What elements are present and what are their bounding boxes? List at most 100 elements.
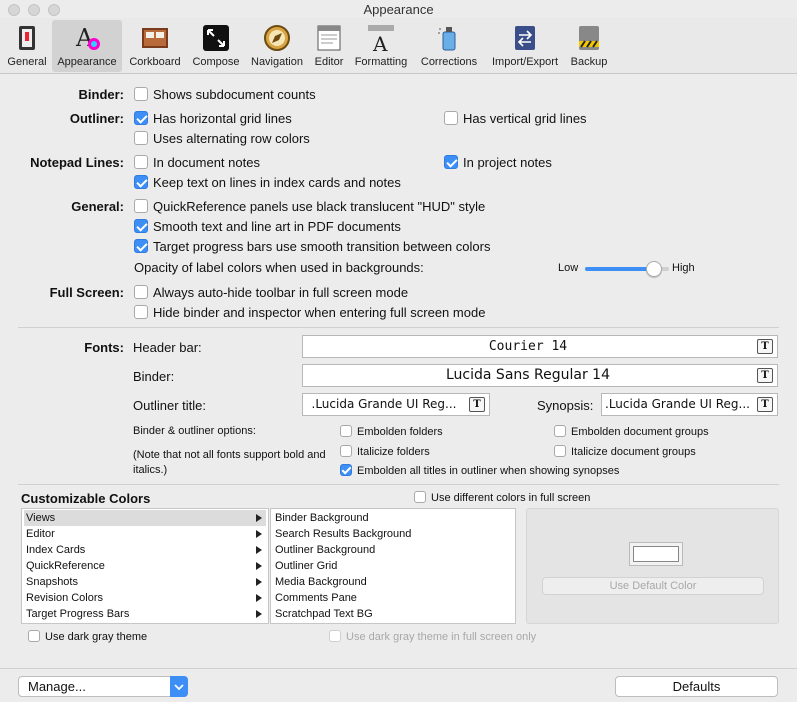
header-bar-label: Header bar: xyxy=(133,340,202,355)
italicize-folders-checkbox[interactable]: Italicize folders xyxy=(340,445,430,458)
chevron-right-icon xyxy=(256,562,262,570)
list-item[interactable]: Media Background xyxy=(273,574,513,590)
list-item[interactable]: Outliner Background xyxy=(273,542,513,558)
use-default-color-button[interactable]: Use Default Color xyxy=(542,577,764,595)
tab-corrections[interactable]: Corrections xyxy=(414,20,484,72)
list-item[interactable]: Search Results Background xyxy=(273,526,513,542)
slider-high-label: High xyxy=(672,262,695,274)
slider-knob[interactable] xyxy=(645,261,662,277)
synopsis-font-field[interactable]: .Lucida Grande UI Reg... T xyxy=(601,393,778,416)
checkbox-box[interactable] xyxy=(340,425,352,437)
checkbox-box[interactable] xyxy=(134,111,148,125)
tab-appearance[interactable]: A Appearance xyxy=(52,20,122,72)
close-button[interactable] xyxy=(8,4,20,16)
minimize-button[interactable] xyxy=(28,4,40,16)
checkbox-box[interactable] xyxy=(444,111,458,125)
checkbox-box[interactable] xyxy=(134,305,148,319)
switch-icon xyxy=(19,26,35,50)
checkbox-box[interactable] xyxy=(414,491,426,503)
vertical-grid-checkbox[interactable]: Has vertical grid lines xyxy=(444,111,587,126)
list-item[interactable]: Revision Colors xyxy=(24,590,266,606)
list-item[interactable]: Views xyxy=(24,510,266,526)
checkbox-box[interactable] xyxy=(134,285,148,299)
font-picker-icon[interactable]: T xyxy=(469,397,485,412)
embolden-titles-checkbox[interactable]: Embolden all titles in outliner when sho… xyxy=(340,464,619,477)
binder-font-label: Binder: xyxy=(133,369,175,384)
color-category-list[interactable]: Views Editor Index Cards QuickReference … xyxy=(21,508,269,624)
color-well[interactable] xyxy=(629,542,683,566)
binder-font-field[interactable]: Lucida Sans Regular 14 T xyxy=(302,364,778,387)
header-bar-font-field[interactable]: Courier 14 T xyxy=(302,335,778,358)
zoom-button[interactable] xyxy=(48,4,60,16)
font-picker-icon[interactable]: T xyxy=(757,339,773,354)
font-picker-icon[interactable]: T xyxy=(757,397,773,412)
tab-corkboard-label: Corkboard xyxy=(129,56,181,68)
checkbox-box[interactable] xyxy=(329,630,341,642)
autohide-toolbar-checkbox[interactable]: Always auto-hide toolbar in full screen … xyxy=(134,285,408,300)
checkbox-box[interactable] xyxy=(134,199,148,213)
tab-editor[interactable]: Editor xyxy=(310,20,348,72)
list-item[interactable]: Comments Pane xyxy=(273,590,513,606)
list-item[interactable]: Outliner Grid xyxy=(273,558,513,574)
list-item[interactable]: Binder Background xyxy=(273,510,513,526)
checkbox-box[interactable] xyxy=(134,239,148,253)
in-project-notes-checkbox[interactable]: In project notes xyxy=(444,155,552,170)
dark-gray-full-screen-checkbox[interactable]: Use dark gray theme in full screen only xyxy=(329,630,536,643)
different-colors-checkbox[interactable]: Use different colors in full screen xyxy=(414,491,590,504)
compass-icon xyxy=(264,25,290,51)
dark-gray-theme-checkbox[interactable]: Use dark gray theme xyxy=(28,630,147,643)
keep-text-lines-checkbox[interactable]: Keep text on lines in index cards and no… xyxy=(134,175,401,190)
checkbox-box[interactable] xyxy=(340,445,352,457)
list-item[interactable]: Target Progress Bars xyxy=(24,606,266,622)
tab-formatting[interactable]: A Formatting xyxy=(350,20,412,72)
smooth-progress-checkbox[interactable]: Target progress bars use smooth transiti… xyxy=(134,239,490,254)
shows-subdoc-checkbox[interactable]: Shows subdocument counts xyxy=(134,87,316,102)
list-item[interactable]: Editor xyxy=(24,526,266,542)
tab-import-export[interactable]: Import/Export xyxy=(486,20,564,72)
checkbox-box[interactable] xyxy=(340,464,352,476)
list-item[interactable]: Scratchpad Text BG xyxy=(273,606,513,622)
in-document-notes-checkbox[interactable]: In document notes xyxy=(134,155,260,170)
checkbox-box[interactable] xyxy=(554,445,566,457)
checkbox-box[interactable] xyxy=(444,155,458,169)
defaults-button[interactable]: Defaults xyxy=(615,676,778,697)
tab-backup[interactable]: Backup xyxy=(566,20,612,72)
checkbox-box[interactable] xyxy=(28,630,40,642)
alternating-rows-checkbox[interactable]: Uses alternating row colors xyxy=(134,131,310,146)
horizontal-grid-checkbox[interactable]: Has horizontal grid lines xyxy=(134,111,292,126)
title-bar: Appearance xyxy=(0,0,797,20)
embolden-groups-checkbox[interactable]: Embolden document groups xyxy=(554,425,709,438)
popup-arrow[interactable] xyxy=(170,676,188,697)
manage-popup-button[interactable]: Manage... xyxy=(18,676,188,697)
checkbox-box[interactable] xyxy=(134,219,148,233)
list-item[interactable]: Index Cards xyxy=(24,542,266,558)
outliner-title-font-field[interactable]: .Lucida Grande UI Reg... T xyxy=(302,393,490,416)
tab-general[interactable]: General xyxy=(4,20,50,72)
full-screen-label: Full Screen: xyxy=(49,285,124,300)
checkbox-box[interactable] xyxy=(134,131,148,145)
hide-binder-checkbox[interactable]: Hide binder and inspector when entering … xyxy=(134,305,485,320)
list-item[interactable]: QuickReference xyxy=(24,558,266,574)
binder-arrows-icon xyxy=(515,26,535,50)
font-picker-icon[interactable]: T xyxy=(757,368,773,383)
backup-drive-icon xyxy=(579,26,599,50)
tab-navigation[interactable]: Navigation xyxy=(246,20,308,72)
color-item-list[interactable]: Binder Background Search Results Backgro… xyxy=(270,508,516,624)
tab-general-label: General xyxy=(7,56,47,68)
checkbox-box[interactable] xyxy=(554,425,566,437)
editor-window-icon xyxy=(317,25,341,51)
list-item[interactable]: Snapshots xyxy=(24,574,266,590)
italicize-groups-checkbox[interactable]: Italicize document groups xyxy=(554,445,696,458)
divider xyxy=(18,484,779,485)
checkbox-box[interactable] xyxy=(134,155,148,169)
opacity-slider[interactable] xyxy=(585,261,669,277)
chevron-right-icon xyxy=(256,594,262,602)
tab-compose[interactable]: Compose xyxy=(188,20,244,72)
checkbox-box[interactable] xyxy=(134,87,148,101)
checkbox-box[interactable] xyxy=(134,175,148,189)
embolden-folders-checkbox[interactable]: Embolden folders xyxy=(340,425,443,438)
hud-style-checkbox[interactable]: QuickReference panels use black transluc… xyxy=(134,199,485,214)
formatting-icon: A xyxy=(368,25,394,52)
smooth-pdf-checkbox[interactable]: Smooth text and line art in PDF document… xyxy=(134,219,401,234)
tab-corkboard[interactable]: Corkboard xyxy=(124,20,186,72)
